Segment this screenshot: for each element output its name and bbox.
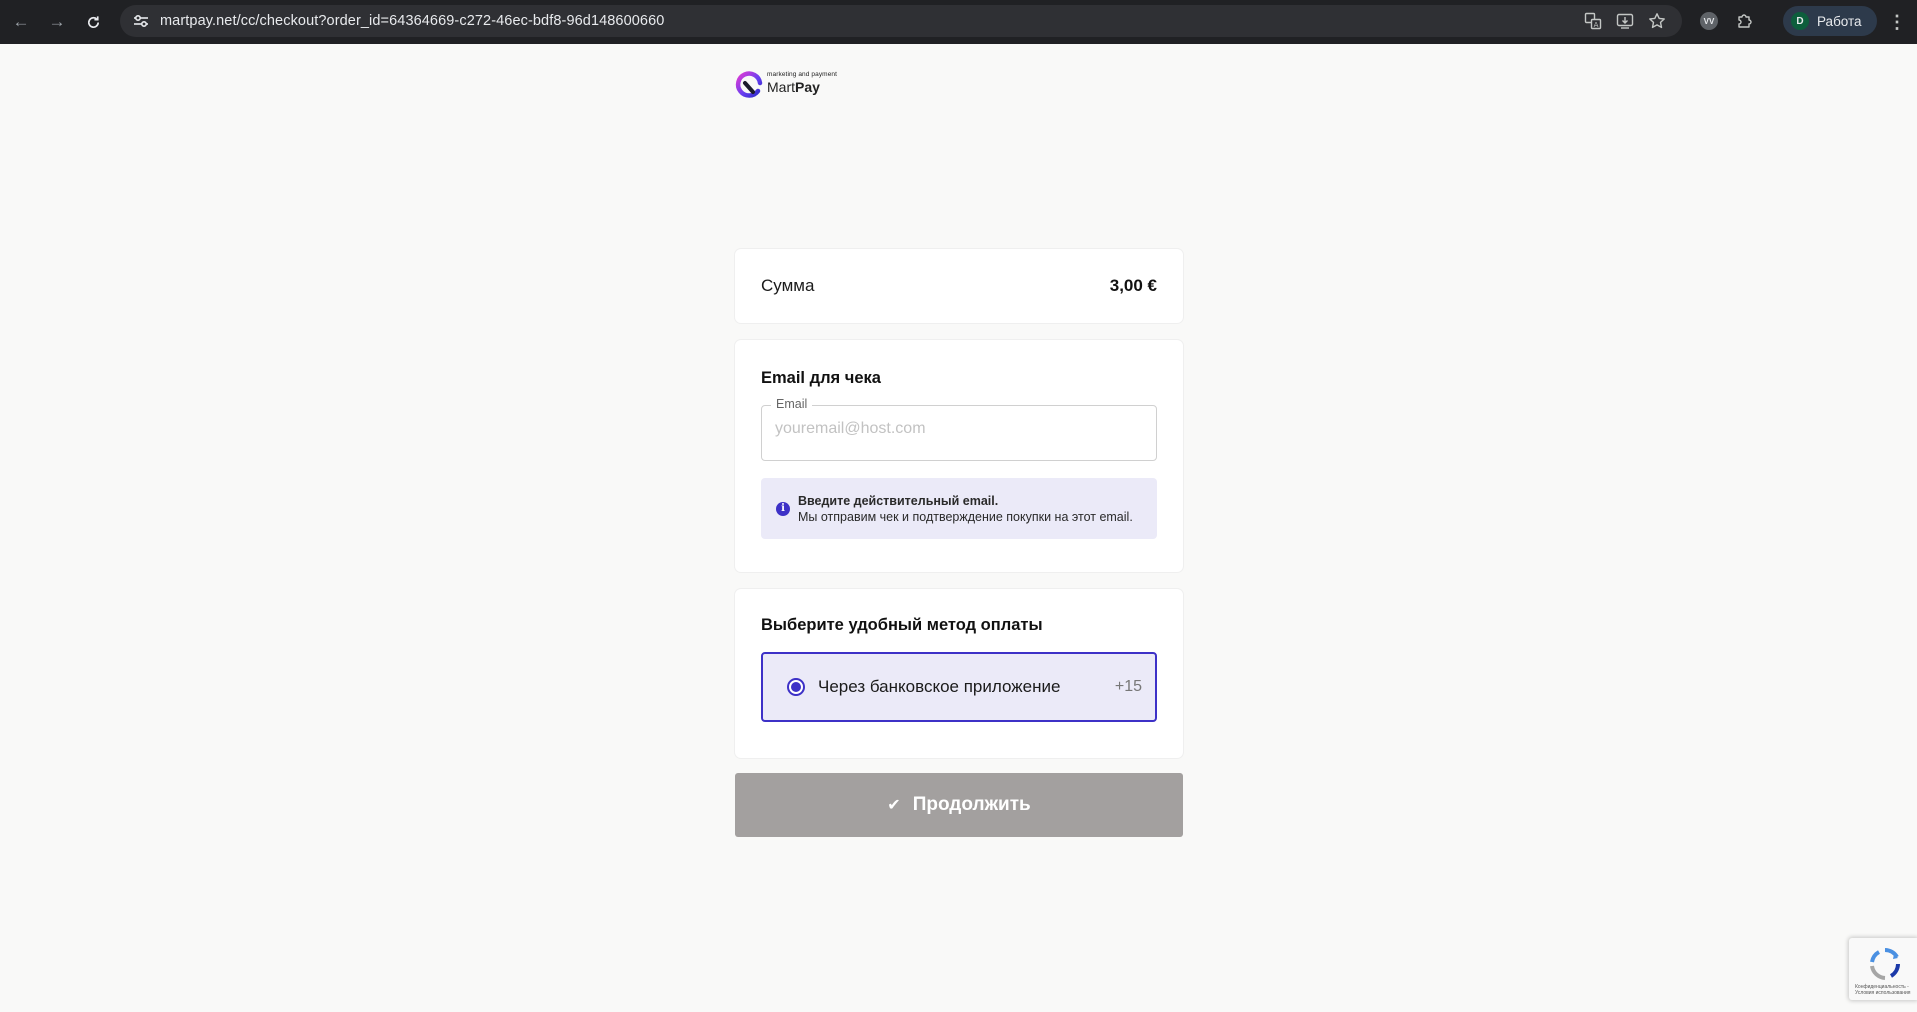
email-card: Email для чека Email i Введите действите… [735, 340, 1183, 572]
browser-toolbar: ← → martpay.net/cc/checkout?order_id=643… [0, 0, 1917, 44]
profile-button[interactable]: D Работа [1783, 6, 1877, 36]
payment-section-title: Выберите удобный метод оплаты [761, 616, 1043, 634]
amount-card: Сумма 3,00 € [735, 249, 1183, 323]
logo-name-part1: Mart [767, 79, 795, 96]
bookmark-star-icon[interactable] [1644, 8, 1670, 34]
payment-option-bank-app[interactable]: Через банковское приложение +15 [761, 652, 1157, 722]
info-icon: i [776, 501, 790, 516]
payment-option-count: +15 [1114, 678, 1142, 695]
url-text[interactable]: martpay.net/cc/checkout?order_id=6436466… [160, 13, 664, 29]
browser-menu-icon[interactable]: ⋮ [1885, 9, 1909, 35]
notice-title: Введите действительный email. [798, 493, 999, 508]
logo-tagline: marketing and payment [767, 70, 838, 78]
recaptcha-text[interactable]: Конфиденциальность - Условия использован… [1855, 984, 1911, 996]
martpay-logo[interactable]: marketing and payment MartPay [734, 68, 837, 98]
email-section-title: Email для чека [761, 369, 881, 387]
extension-vv-label: VV [1700, 12, 1718, 30]
radio-selected-dot [791, 682, 801, 692]
check-icon: ✔ [887, 797, 901, 814]
profile-name: Работа [1817, 13, 1862, 29]
install-app-icon[interactable] [1612, 8, 1638, 34]
amount-value: 3,00 € [1109, 276, 1157, 295]
translate-icon[interactable]: A [1580, 8, 1606, 34]
forward-icon[interactable]: → [40, 5, 74, 39]
logo-name: MartPay [767, 80, 837, 94]
continue-label: Продолжить [912, 794, 1031, 815]
notice-body: Мы отправим чек и подтверждение покупки … [798, 509, 1133, 524]
site-settings-icon[interactable] [126, 5, 156, 37]
logo-text: marketing and payment MartPay [767, 70, 838, 94]
address-bar[interactable]: martpay.net/cc/checkout?order_id=6436466… [120, 5, 1682, 37]
martpay-logo-mark-icon [735, 71, 763, 98]
recaptcha-logo-icon [1870, 948, 1900, 980]
extension-vv-icon[interactable]: VV [1696, 8, 1722, 34]
logo-name-part2: Pay [795, 79, 820, 96]
svg-text:A: A [1594, 21, 1599, 29]
amount-label: Сумма [761, 276, 815, 295]
recaptcha-badge[interactable]: Конфиденциальность - Условия использован… [1849, 938, 1917, 1000]
payment-method-card: Выберите удобный метод оплаты Через банк… [735, 589, 1183, 758]
payment-option-radio[interactable] [787, 678, 805, 696]
payment-option-label: Через банковское приложение [818, 677, 1061, 696]
reload-icon[interactable] [76, 5, 110, 39]
extensions-puzzle-icon[interactable] [1732, 8, 1758, 34]
email-field[interactable]: Email [761, 397, 1157, 461]
continue-button[interactable]: ✔ Продолжить [735, 773, 1183, 837]
profile-avatar: D [1791, 12, 1809, 30]
notice-text: Введите действительный email. Мы отправи… [798, 493, 1133, 525]
email-field-label: Email [771, 397, 813, 411]
email-input[interactable] [775, 420, 1135, 438]
back-icon[interactable]: ← [4, 5, 38, 39]
recaptcha-terms[interactable]: Условия использования [1855, 990, 1911, 996]
email-notice: i Введите действительный email. Мы отпра… [761, 478, 1157, 539]
